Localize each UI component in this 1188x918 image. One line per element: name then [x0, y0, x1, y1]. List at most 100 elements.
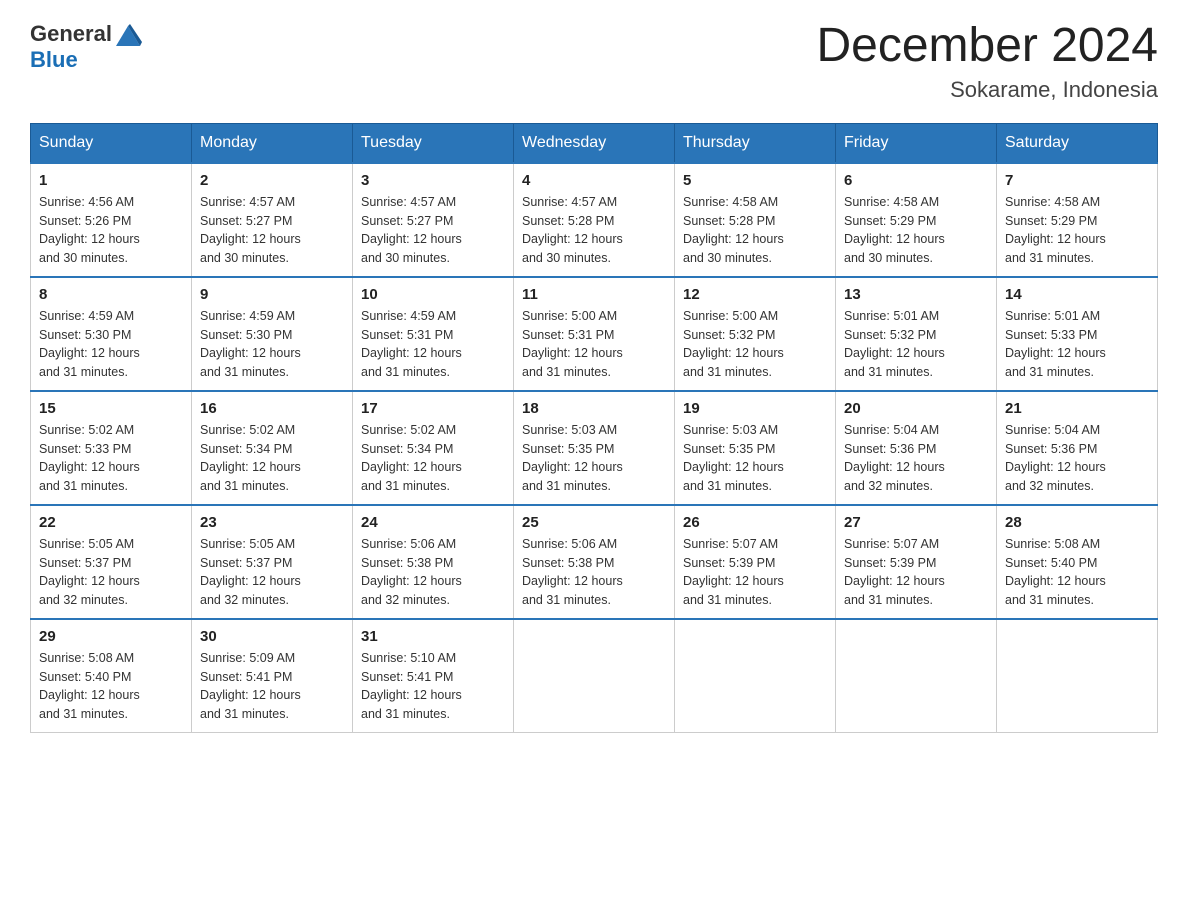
- logo-icon: [114, 20, 142, 48]
- col-tuesday: Tuesday: [353, 123, 514, 163]
- day-number: 3: [361, 172, 505, 189]
- calendar-cell: 25Sunrise: 5:06 AMSunset: 5:38 PMDayligh…: [514, 505, 675, 619]
- calendar-cell: 3 Sunrise: 4:57 AMSunset: 5:27 PMDaylight…: [353, 163, 514, 277]
- day-number: 31: [361, 628, 505, 645]
- day-number: 24: [361, 514, 505, 531]
- calendar-cell: 8Sunrise: 4:59 AMSunset: 5:30 PMDaylight…: [31, 277, 192, 391]
- day-info: Sunrise: 5:02 AMSunset: 5:34 PMDaylight:…: [200, 421, 344, 496]
- calendar-table: Sunday Monday Tuesday Wednesday Thursday…: [30, 123, 1158, 733]
- day-number: 5: [683, 172, 827, 189]
- day-number: 7: [1005, 172, 1149, 189]
- calendar-cell: 11Sunrise: 5:00 AMSunset: 5:31 PMDayligh…: [514, 277, 675, 391]
- day-info: Sunrise: 5:01 AMSunset: 5:33 PMDaylight:…: [1005, 307, 1149, 382]
- col-thursday: Thursday: [675, 123, 836, 163]
- day-number: 28: [1005, 514, 1149, 531]
- calendar-cell: 12 Sunrise: 5:00 AMSunset: 5:32 PMDayligh…: [675, 277, 836, 391]
- day-number: 1: [39, 172, 183, 189]
- logo-blue-text: Blue: [30, 48, 78, 72]
- day-number: 29: [39, 628, 183, 645]
- calendar-cell: 10 Sunrise: 4:59 AMSunset: 5:31 PMDayligh…: [353, 277, 514, 391]
- calendar-cell: [675, 619, 836, 733]
- calendar-cell: 31 Sunrise: 5:10 AMSunset: 5:41 PMDayligh…: [353, 619, 514, 733]
- day-number: 10: [361, 286, 505, 303]
- day-info: Sunrise: 4:56 AMSunset: 5:26 PMDaylight:…: [39, 193, 183, 268]
- day-number: 4: [522, 172, 666, 189]
- calendar-cell: 14 Sunrise: 5:01 AMSunset: 5:33 PMDayligh…: [997, 277, 1158, 391]
- day-number: 18: [522, 400, 666, 417]
- day-info: Sunrise: 5:08 AMSunset: 5:40 PMDaylight:…: [1005, 535, 1149, 610]
- page-subtitle: Sokarame, Indonesia: [816, 77, 1158, 103]
- logo-general-text: General: [30, 22, 112, 46]
- week-row-3: 15 Sunrise: 5:02 AMSunset: 5:33 PMDayligh…: [31, 391, 1158, 505]
- calendar-cell: 5 Sunrise: 4:58 AMSunset: 5:28 PMDaylight…: [675, 163, 836, 277]
- day-info: Sunrise: 5:08 AMSunset: 5:40 PMDaylight:…: [39, 649, 183, 724]
- col-wednesday: Wednesday: [514, 123, 675, 163]
- day-number: 23: [200, 514, 344, 531]
- title-block: December 2024 Sokarame, Indonesia: [816, 20, 1158, 103]
- calendar-cell: [997, 619, 1158, 733]
- calendar-cell: 17Sunrise: 5:02 AMSunset: 5:34 PMDayligh…: [353, 391, 514, 505]
- day-info: Sunrise: 5:03 AMSunset: 5:35 PMDaylight:…: [522, 421, 666, 496]
- day-number: 27: [844, 514, 988, 531]
- day-info: Sunrise: 5:02 AMSunset: 5:34 PMDaylight:…: [361, 421, 505, 496]
- day-info: Sunrise: 5:06 AMSunset: 5:38 PMDaylight:…: [522, 535, 666, 610]
- day-info: Sunrise: 5:04 AMSunset: 5:36 PMDaylight:…: [844, 421, 988, 496]
- day-info: Sunrise: 5:00 AMSunset: 5:32 PMDaylight:…: [683, 307, 827, 382]
- calendar-cell: 30Sunrise: 5:09 AMSunset: 5:41 PMDayligh…: [192, 619, 353, 733]
- calendar-cell: 24 Sunrise: 5:06 AMSunset: 5:38 PMDayligh…: [353, 505, 514, 619]
- day-number: 9: [200, 286, 344, 303]
- calendar-cell: 29 Sunrise: 5:08 AMSunset: 5:40 PMDayligh…: [31, 619, 192, 733]
- day-info: Sunrise: 4:59 AMSunset: 5:30 PMDaylight:…: [39, 307, 183, 382]
- day-info: Sunrise: 4:57 AMSunset: 5:27 PMDaylight:…: [200, 193, 344, 268]
- day-number: 16: [200, 400, 344, 417]
- calendar-cell: 21Sunrise: 5:04 AMSunset: 5:36 PMDayligh…: [997, 391, 1158, 505]
- day-number: 12: [683, 286, 827, 303]
- calendar-cell: 18 Sunrise: 5:03 AMSunset: 5:35 PMDayligh…: [514, 391, 675, 505]
- day-info: Sunrise: 5:01 AMSunset: 5:32 PMDaylight:…: [844, 307, 988, 382]
- day-info: Sunrise: 5:04 AMSunset: 5:36 PMDaylight:…: [1005, 421, 1149, 496]
- calendar-cell: 13 Sunrise: 5:01 AMSunset: 5:32 PMDayligh…: [836, 277, 997, 391]
- calendar-cell: 23 Sunrise: 5:05 AMSunset: 5:37 PMDayligh…: [192, 505, 353, 619]
- page-title: December 2024: [816, 20, 1158, 73]
- day-info: Sunrise: 5:10 AMSunset: 5:41 PMDaylight:…: [361, 649, 505, 724]
- day-number: 14: [1005, 286, 1149, 303]
- day-number: 6: [844, 172, 988, 189]
- col-saturday: Saturday: [997, 123, 1158, 163]
- calendar-cell: 7 Sunrise: 4:58 AMSunset: 5:29 PMDaylight…: [997, 163, 1158, 277]
- calendar-cell: 27Sunrise: 5:07 AMSunset: 5:39 PMDayligh…: [836, 505, 997, 619]
- day-number: 26: [683, 514, 827, 531]
- calendar-cell: 20 Sunrise: 5:04 AMSunset: 5:36 PMDayligh…: [836, 391, 997, 505]
- week-row-2: 8Sunrise: 4:59 AMSunset: 5:30 PMDaylight…: [31, 277, 1158, 391]
- day-number: 2: [200, 172, 344, 189]
- day-info: Sunrise: 5:05 AMSunset: 5:37 PMDaylight:…: [200, 535, 344, 610]
- day-info: Sunrise: 5:03 AMSunset: 5:35 PMDaylight:…: [683, 421, 827, 496]
- calendar-cell: 16 Sunrise: 5:02 AMSunset: 5:34 PMDayligh…: [192, 391, 353, 505]
- day-info: Sunrise: 4:59 AMSunset: 5:31 PMDaylight:…: [361, 307, 505, 382]
- col-monday: Monday: [192, 123, 353, 163]
- day-info: Sunrise: 4:57 AMSunset: 5:27 PMDaylight:…: [361, 193, 505, 268]
- day-number: 22: [39, 514, 183, 531]
- day-info: Sunrise: 4:59 AMSunset: 5:30 PMDaylight:…: [200, 307, 344, 382]
- calendar-cell: 15 Sunrise: 5:02 AMSunset: 5:33 PMDayligh…: [31, 391, 192, 505]
- calendar-cell: 2 Sunrise: 4:57 AMSunset: 5:27 PMDaylight…: [192, 163, 353, 277]
- day-number: 13: [844, 286, 988, 303]
- calendar-cell: [836, 619, 997, 733]
- day-number: 20: [844, 400, 988, 417]
- day-info: Sunrise: 4:58 AMSunset: 5:28 PMDaylight:…: [683, 193, 827, 268]
- calendar-cell: 28 Sunrise: 5:08 AMSunset: 5:40 PMDayligh…: [997, 505, 1158, 619]
- week-row-5: 29 Sunrise: 5:08 AMSunset: 5:40 PMDayligh…: [31, 619, 1158, 733]
- calendar-cell: 19Sunrise: 5:03 AMSunset: 5:35 PMDayligh…: [675, 391, 836, 505]
- col-friday: Friday: [836, 123, 997, 163]
- day-number: 15: [39, 400, 183, 417]
- day-info: Sunrise: 5:06 AMSunset: 5:38 PMDaylight:…: [361, 535, 505, 610]
- calendar-cell: 1 Sunrise: 4:56 AMSunset: 5:26 PMDaylight…: [31, 163, 192, 277]
- day-info: Sunrise: 5:02 AMSunset: 5:33 PMDaylight:…: [39, 421, 183, 496]
- calendar-cell: 26Sunrise: 5:07 AMSunset: 5:39 PMDayligh…: [675, 505, 836, 619]
- day-info: Sunrise: 4:58 AMSunset: 5:29 PMDaylight:…: [1005, 193, 1149, 268]
- day-info: Sunrise: 4:58 AMSunset: 5:29 PMDaylight:…: [844, 193, 988, 268]
- calendar-cell: 4Sunrise: 4:57 AMSunset: 5:28 PMDaylight…: [514, 163, 675, 277]
- logo: General Blue: [30, 20, 142, 72]
- day-info: Sunrise: 5:00 AMSunset: 5:31 PMDaylight:…: [522, 307, 666, 382]
- day-number: 30: [200, 628, 344, 645]
- calendar-cell: 9 Sunrise: 4:59 AMSunset: 5:30 PMDaylight…: [192, 277, 353, 391]
